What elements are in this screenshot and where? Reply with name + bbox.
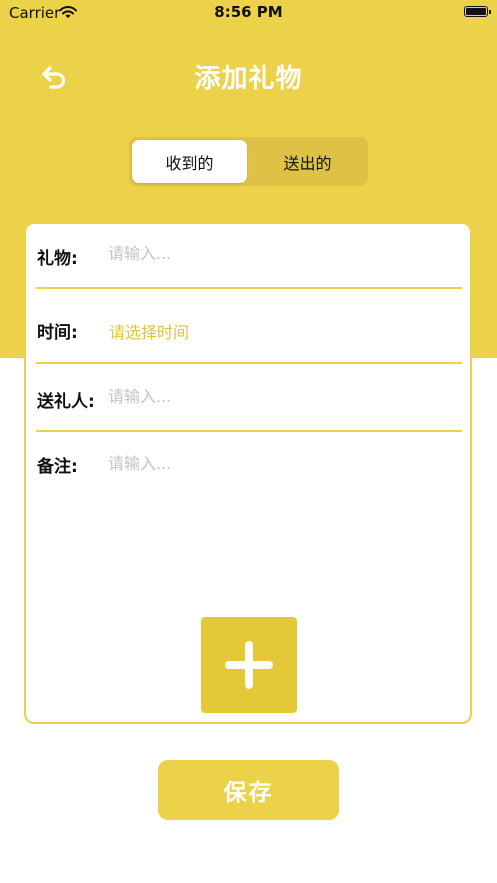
battery-icon xyxy=(464,6,491,17)
notes-label: 备注: xyxy=(37,457,78,477)
status-time: 8:56 PM xyxy=(214,3,283,21)
gift-divider xyxy=(36,287,462,289)
giver-input[interactable] xyxy=(108,387,448,406)
add-photo-button[interactable] xyxy=(201,617,297,713)
gift-label: 礼物: xyxy=(37,249,78,269)
status-bar: Carrier 8:56 PM xyxy=(0,0,497,26)
notes-input[interactable] xyxy=(108,450,453,610)
giver-divider xyxy=(36,430,462,432)
gift-type-segmented-control: 收到的 送出的 xyxy=(129,137,368,186)
save-button[interactable]: 保存 xyxy=(158,760,339,820)
segment-received[interactable]: 收到的 xyxy=(132,140,247,183)
time-label: 时间: xyxy=(37,323,78,343)
plus-icon xyxy=(225,641,273,689)
giver-label: 送礼人: xyxy=(37,392,95,412)
gift-form-card: 礼物: 时间: 请选择时间 送礼人: 备注: xyxy=(24,222,472,724)
segment-sent[interactable]: 送出的 xyxy=(250,140,365,183)
time-picker[interactable]: 请选择时间 xyxy=(109,319,189,343)
page-title: 添加礼物 xyxy=(194,64,303,94)
gift-input[interactable] xyxy=(108,244,448,263)
time-divider xyxy=(36,362,462,364)
